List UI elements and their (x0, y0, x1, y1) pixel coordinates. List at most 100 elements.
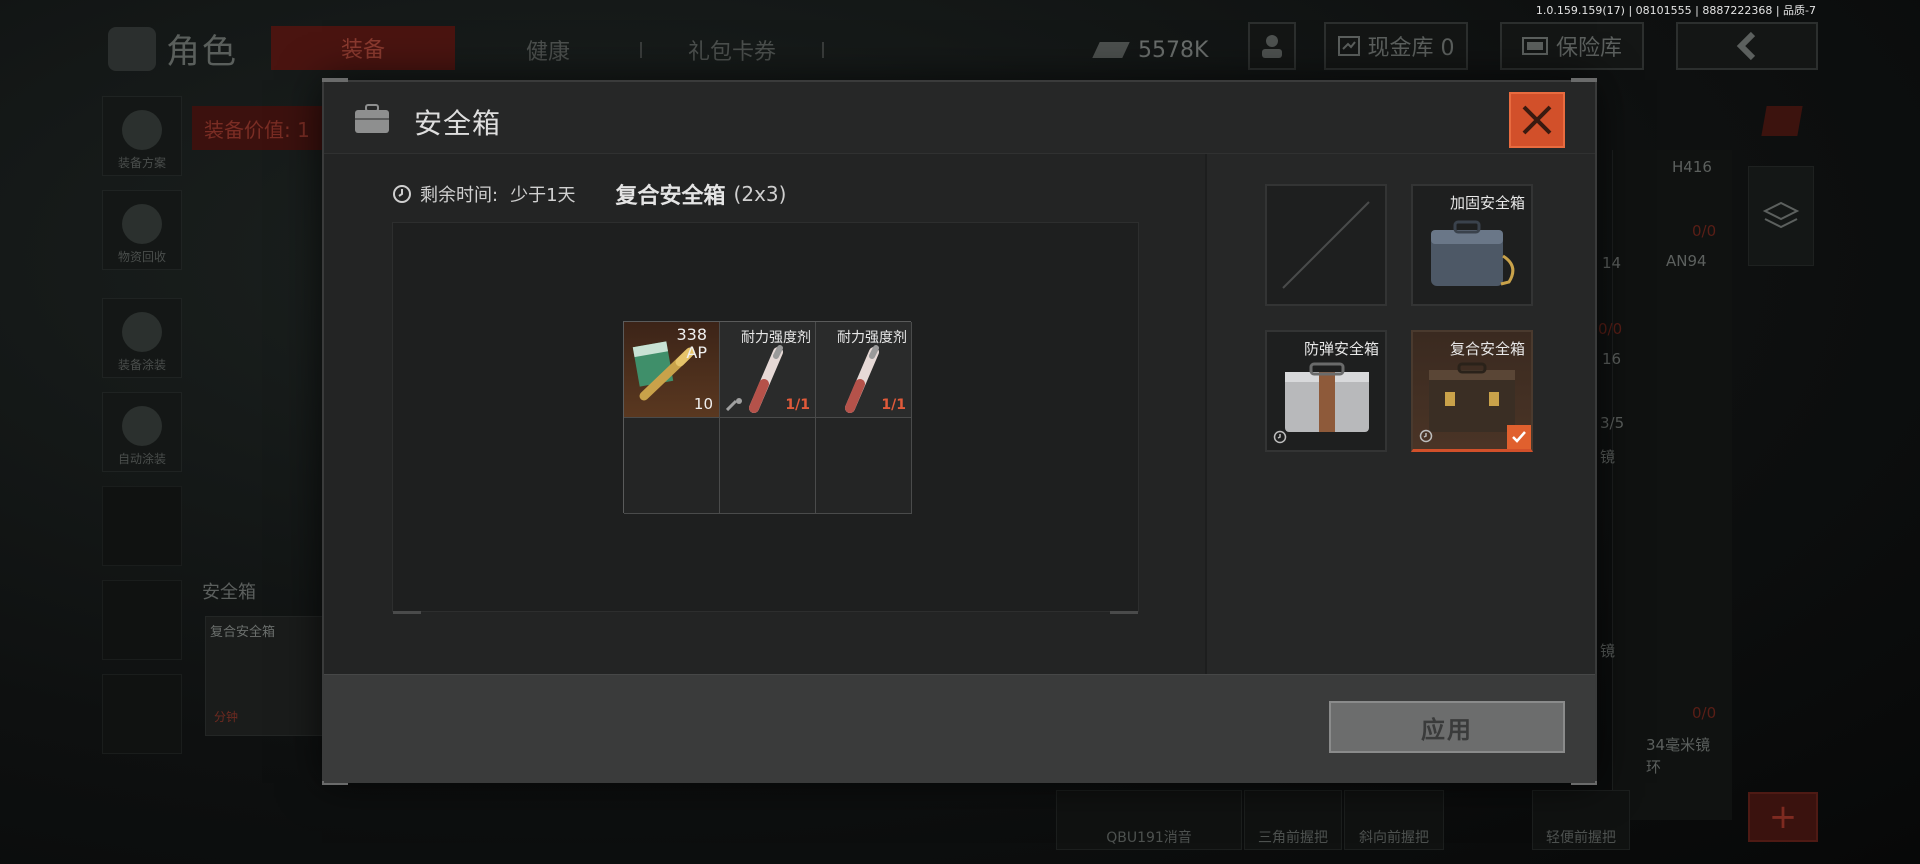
tab-gift-cards[interactable]: 礼包卡券 (688, 34, 776, 66)
storage-panel: 338 AP 10 耐力强度剂 1/1 耐力强度剂 1/1 (392, 222, 1139, 614)
character-icon (108, 26, 156, 71)
box-option-name: 防弹安全箱 (1303, 340, 1379, 358)
back-button[interactable] (1676, 22, 1818, 70)
safebox-card-time: 分钟 (214, 710, 239, 724)
recycle-icon (122, 204, 162, 244)
remaining-time-label: 剩余时间: (420, 185, 499, 206)
sidebar-item-auto-skin[interactable]: 自动涂装 (102, 392, 182, 472)
stat-3-5: 3/5 (1600, 414, 1625, 432)
game-screen: 1.0.159.159(17) | 08101555 | 8887222368 … (0, 0, 1920, 864)
sidebar-item-recycle[interactable]: 物资回收 (102, 190, 182, 270)
item-quantity: 1/1 (785, 397, 810, 413)
operator-button[interactable] (1248, 22, 1296, 70)
close-button[interactable] (1509, 92, 1565, 148)
panel-corner-decor (1110, 611, 1138, 614)
scope-ring-label: 34毫米镜环 (1646, 736, 1711, 776)
box-option-name: 加固安全箱 (1449, 194, 1525, 212)
layers-icon (1762, 201, 1800, 229)
attachment-slot-4[interactable]: 轻便前握把 (1532, 790, 1630, 850)
sidebar-item-loadout[interactable]: 装备方案 (102, 96, 182, 176)
current-box-name: 复合安全箱 (615, 184, 726, 209)
timer-icon (1273, 430, 1287, 444)
empty-slot-icon (1282, 201, 1370, 289)
inventory-slot-empty[interactable] (816, 418, 912, 514)
selected-check-icon (1507, 425, 1531, 449)
money-value: 5578K (1138, 37, 1209, 63)
weapon-h416: H416 (1672, 158, 1712, 176)
box-option-name: 复合安全箱 (1449, 340, 1525, 358)
inventory-slot-stamina-booster[interactable]: 耐力强度剂 1/1 (720, 322, 816, 418)
weapon-an94: AN94 (1666, 252, 1707, 270)
sidebar-item-skin[interactable]: 装备涂装 (102, 298, 182, 378)
money-icon (1092, 42, 1130, 58)
page-title-text: 角色 (166, 32, 238, 72)
box-option-composite[interactable]: 复合安全箱 (1411, 330, 1533, 452)
safebox-dialog: 安全箱 剩余时间: 少于1天 复合安全箱 (2x3) 338 AP 10 耐力强… (322, 78, 1597, 785)
safebox-selector: 加固安全箱 防弹安全箱 复合安全箱 (1205, 154, 1595, 674)
ammo-count-1: 0/0 (1692, 222, 1717, 240)
attachment-slot-3[interactable]: 斜向前握把 (1344, 790, 1444, 850)
box-option-bulletproof[interactable]: 防弹安全箱 (1265, 330, 1387, 452)
sidebar-empty-slot (102, 486, 182, 566)
refresh-icon[interactable] (1761, 106, 1803, 136)
tab-equipment[interactable]: 装备 (271, 26, 455, 70)
attachment-slot-1[interactable]: QBU191消音 (1056, 790, 1242, 850)
briefcase-icon (355, 104, 389, 133)
inventory-slot-stamina-booster[interactable]: 耐力强度剂 1/1 (816, 322, 912, 418)
stat-14: 14 (1602, 254, 1622, 272)
inventory-slot-empty[interactable] (720, 418, 816, 514)
safe-vault-label: 保险库 (1555, 36, 1622, 61)
safe-vault-icon (1521, 37, 1548, 55)
safebox-info-row: 剩余时间: 少于1天 复合安全箱 (2x3) (392, 180, 787, 209)
sidebar-empty-slot (102, 674, 182, 754)
ammo-count-2: 0/0 (1598, 320, 1623, 338)
equipment-value: 装备价值: 1 (192, 106, 322, 150)
safebox-contents-area: 剩余时间: 少于1天 复合安全箱 (2x3) 338 AP 10 耐力强度剂 1… (324, 154, 1204, 674)
dialog-header: 安全箱 (324, 82, 1595, 154)
box-option-empty[interactable] (1265, 184, 1387, 306)
bulletproof-case-icon (1285, 362, 1369, 432)
clock-icon (393, 185, 411, 203)
close-icon (1522, 105, 1552, 135)
cash-vault-icon (1337, 36, 1360, 56)
inventory-slot-empty[interactable] (624, 418, 720, 514)
stat-16: 16 (1602, 350, 1622, 368)
scope-label-1: 镜 (1600, 448, 1616, 466)
dialog-title: 安全箱 (414, 107, 502, 140)
item-quantity: 1/1 (881, 397, 906, 413)
tool-button[interactable] (1748, 166, 1814, 266)
auto-skin-icon (122, 406, 162, 446)
box-option-reinforced[interactable]: 加固安全箱 (1411, 184, 1533, 306)
ammo-count-3: 0/0 (1692, 704, 1717, 722)
add-button[interactable]: + (1748, 792, 1818, 842)
ammo-count: 10 (693, 395, 713, 413)
inventory-slot-ammo[interactable]: 338 AP 10 (624, 322, 720, 418)
operator-icon (1262, 35, 1282, 58)
tab-separator (640, 42, 642, 58)
tab-separator (822, 42, 824, 58)
timer-icon (1419, 429, 1433, 443)
cash-vault-label: 现金库 0 (1367, 36, 1455, 61)
panel-corner-decor (393, 611, 421, 614)
cash-vault-button[interactable]: 现金库 0 (1324, 22, 1468, 70)
safebox-card[interactable]: 复合安全箱 分钟 (205, 616, 325, 736)
ammo-caliber: 338 AP (676, 325, 707, 362)
attachment-slot-2[interactable]: 三角前握把 (1244, 790, 1342, 850)
skin-icon (122, 312, 162, 352)
sidebar: 装备方案 物资回收 装备涂装 自动涂装 (102, 96, 182, 768)
apply-button[interactable]: 应用 (1329, 701, 1565, 753)
version-info: 1.0.159.159(17) | 08101555 | 8887222368 … (1535, 4, 1816, 17)
tab-health[interactable]: 健康 (526, 34, 570, 66)
inventory-grid: 338 AP 10 耐力强度剂 1/1 耐力强度剂 1/1 (623, 321, 912, 514)
dialog-footer: 应用 (324, 674, 1595, 783)
sidebar-empty-slot (102, 580, 182, 660)
safe-vault-button[interactable]: 保险库 (1500, 22, 1644, 70)
money-display: 5578K (1092, 30, 1209, 70)
current-box-size: (2x3) (733, 182, 787, 206)
repair-tag-icon (726, 398, 742, 411)
safebox-section-label: 安全箱 (202, 582, 256, 603)
back-arrow-icon (1736, 31, 1756, 61)
remaining-time-value: 少于1天 (510, 185, 576, 206)
scope-label-2: 镜 (1600, 642, 1616, 660)
plus-icon: + (1768, 797, 1798, 837)
